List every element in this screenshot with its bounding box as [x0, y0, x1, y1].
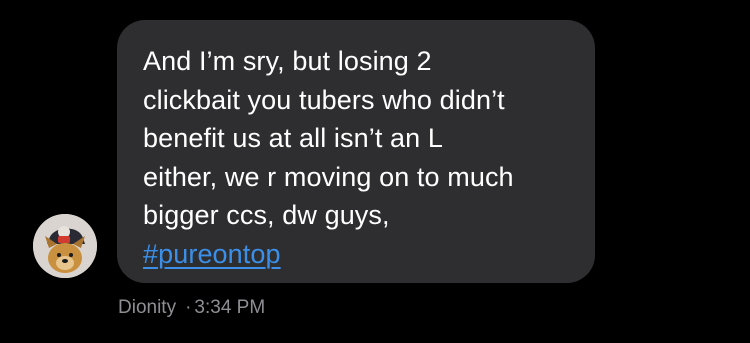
message-line: either, we r moving on to much: [143, 161, 514, 192]
message-text: And I’m sry, but losing 2 clickbait you …: [143, 42, 569, 273]
message-meta: Dionity · 3:34 PM: [118, 296, 265, 320]
sender-name[interactable]: Dionity: [118, 297, 176, 318]
meta-separator: ·: [185, 297, 192, 318]
sender-avatar[interactable]: [33, 214, 97, 278]
message-line: bigger ccs, dw guys,: [143, 200, 390, 230]
message-line: And I’m sry, but losing 2: [143, 46, 432, 76]
dog-avatar-icon: [33, 214, 97, 278]
message-bubble[interactable]: And I’m sry, but losing 2 clickbait you …: [117, 20, 595, 283]
message-line-hashtag: #pureontop: [143, 235, 569, 274]
message-timestamp: 3:34 PM: [194, 297, 266, 318]
hashtag-link[interactable]: #pureontop: [143, 239, 281, 269]
message-line: benefit us at all isn’t an L: [143, 123, 443, 153]
message-line: clickbait you tubers who didn’t: [143, 84, 505, 115]
